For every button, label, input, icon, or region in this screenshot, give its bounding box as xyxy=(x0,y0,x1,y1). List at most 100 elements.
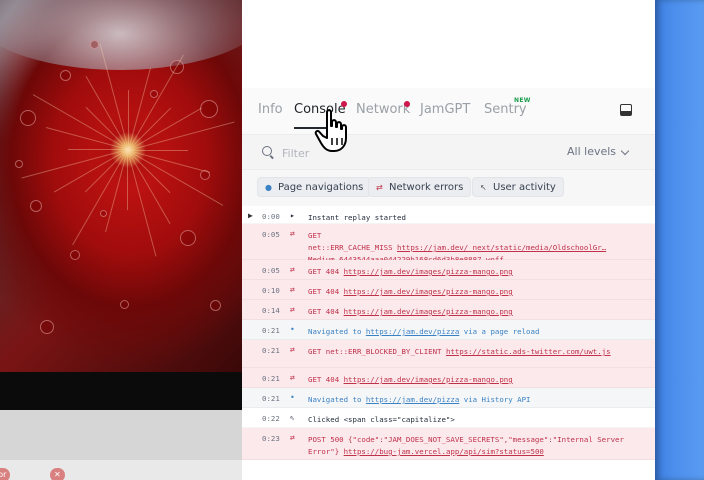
log-row[interactable]: 0:05 ⇄ GET net::ERR_CACHE_MISS https://jam… xyxy=(242,224,655,264)
log-message: GET 404 https://jam.dev/images/pizza-man… xyxy=(308,374,645,386)
log-timestamp: 0:21 xyxy=(262,326,280,335)
network-icon: ⇄ xyxy=(290,305,295,314)
hand-cursor-icon xyxy=(314,109,347,152)
background-window-edge xyxy=(655,0,704,480)
video-player[interactable]: br ✕ xyxy=(0,0,242,480)
log-row[interactable]: 0:23 ⇄ POST 500 {"code":"JAM_DOES_NOT_SAVE… xyxy=(242,428,655,460)
log-link[interactable]: https://bug-jam.vercel.app/api/sim?statu… xyxy=(344,447,544,456)
dock-panel-icon[interactable] xyxy=(620,104,632,116)
bubble xyxy=(20,110,36,126)
ray xyxy=(32,94,129,150)
log-row[interactable]: 0:22 ⇖ Clicked <span class="capitalize"> xyxy=(242,408,655,428)
expand-icon[interactable]: ▶ xyxy=(248,211,253,220)
screen: br ✕ Info Console Network JamGPT Sentry … xyxy=(0,0,704,480)
tab-sentry[interactable]: Sentry xyxy=(484,102,527,117)
jam-devtools-panel: Info Console Network JamGPT Sentry NEW A… xyxy=(242,0,655,480)
log-timestamp: 0:23 xyxy=(262,434,280,443)
filter-chips: ● Page navigations ⇄ Network errors ↖ Us… xyxy=(242,170,655,206)
search-icon xyxy=(262,146,272,156)
log-message: Instant replay started xyxy=(308,212,645,224)
new-badge: NEW xyxy=(514,97,531,104)
ray xyxy=(105,149,128,233)
log-text: Instant replay started xyxy=(308,213,406,222)
log-link[interactable]: https://static.ads-twitter.com/uwt.js xyxy=(446,347,611,356)
log-timestamp: 0:00 xyxy=(262,212,280,221)
close-chip-icon[interactable]: ✕ xyxy=(50,468,65,480)
log-row[interactable]: 0:05 ⇄ GET 404 https://jam.dev/images/pizz… xyxy=(242,260,655,280)
log-message: GET 404 https://jam.dev/images/pizza-man… xyxy=(308,286,645,298)
network-notification-dot xyxy=(404,101,410,107)
chip-network-errors[interactable]: ⇄ Network errors xyxy=(368,177,472,197)
log-timestamp: 0:14 xyxy=(262,306,280,315)
panel-header-blank xyxy=(242,0,655,88)
log-level-select[interactable]: All levels xyxy=(567,145,616,158)
tab-network[interactable]: Network xyxy=(356,102,410,117)
log-text: GET net::ERR_CACHE_MISS xyxy=(308,231,393,252)
log-link[interactable]: https://jam.dev/images/pizza-mango.png xyxy=(344,267,513,276)
play-icon: ▸ xyxy=(290,211,295,220)
bubble xyxy=(15,160,23,168)
bottom-strip xyxy=(0,460,242,480)
chip-page-navigations[interactable]: ● Page navigations xyxy=(257,177,372,197)
log-text: GET 404 xyxy=(308,375,344,384)
log-link[interactable]: https://jam.dev/pizza xyxy=(366,395,459,404)
pointer-icon: ↖ xyxy=(480,183,487,192)
log-message: GET net::ERR_BLOCKED_BY_CLIENT https://s… xyxy=(308,346,645,358)
bubble xyxy=(30,200,42,212)
log-timestamp: 0:21 xyxy=(262,394,280,403)
filter-bar: All levels xyxy=(242,135,655,170)
chip-user-activity[interactable]: ↖ User activity xyxy=(472,177,564,197)
bubble xyxy=(70,250,80,260)
log-link[interactable]: https://jam.dev/images/pizza-mango.png xyxy=(344,375,513,384)
network-icon: ⇄ xyxy=(290,373,295,382)
log-text: GET 404 xyxy=(308,267,344,276)
log-text: GET net::ERR_BLOCKED_BY_CLIENT xyxy=(308,347,446,356)
log-row[interactable]: 0:21 • Navigated to https://jam.dev/pizza … xyxy=(242,320,655,340)
page-icon: • xyxy=(290,325,295,334)
chip-label: Network errors xyxy=(389,182,464,193)
log-text-suffix: via a page reload xyxy=(459,327,540,336)
network-icon: ⇄ xyxy=(290,285,295,294)
log-text: Clicked <span class="capitalize"> xyxy=(308,415,455,424)
log-text: GET 404 xyxy=(308,307,344,316)
chip-label: User activity xyxy=(493,182,556,193)
log-row[interactable]: ▶ 0:00 ▸ Instant replay started xyxy=(242,206,655,224)
log-text: Navigated to xyxy=(308,327,366,336)
log-row[interactable]: 0:21 ⇄ GET 404 https://jam.dev/images/pizz… xyxy=(242,368,655,388)
ray xyxy=(128,150,188,151)
network-icon: ⇄ xyxy=(290,265,295,274)
bubble xyxy=(100,210,107,217)
log-row[interactable]: 0:21 ⇄ GET net::ERR_BLOCKED_BY_CLIENT http… xyxy=(242,340,655,368)
log-timestamp: 0:10 xyxy=(262,286,280,295)
filter-input[interactable] xyxy=(280,144,484,162)
log-row[interactable]: 0:14 ⇄ GET 404 https://jam.dev/images/pizz… xyxy=(242,300,655,320)
log-timestamp: 0:21 xyxy=(262,346,280,355)
log-link[interactable]: https://jam.dev/images/pizza-mango.png xyxy=(344,287,513,296)
bubble xyxy=(90,40,99,49)
network-icon: ⇄ xyxy=(290,345,295,354)
log-timestamp: 0:22 xyxy=(262,414,280,423)
tab-jamgpt[interactable]: JamGPT xyxy=(420,102,470,117)
log-text: Navigated to xyxy=(308,395,366,404)
bubble xyxy=(120,300,129,309)
pointer-icon: ⇖ xyxy=(290,413,295,422)
log-timestamp: 0:05 xyxy=(262,230,280,239)
log-row[interactable]: 0:10 ⇄ GET 404 https://jam.dev/images/pizz… xyxy=(242,280,655,300)
tab-info[interactable]: Info xyxy=(258,102,283,117)
log-timestamp: 0:21 xyxy=(262,374,280,383)
log-message: GET 404 https://jam.dev/images/pizza-man… xyxy=(308,266,645,278)
page-icon: ● xyxy=(265,183,272,192)
video-frame xyxy=(0,0,242,372)
video-letterbox xyxy=(0,372,242,410)
log-link[interactable]: https://jam.dev/images/pizza-mango.png xyxy=(344,307,513,316)
bubble xyxy=(60,70,71,81)
ray xyxy=(128,121,235,151)
log-row[interactable]: 0:21 • Navigated to https://jam.dev/pizza … xyxy=(242,388,655,408)
log-text-suffix: via History API xyxy=(459,395,531,404)
log-timestamp: 0:05 xyxy=(262,266,280,275)
bubble xyxy=(40,320,54,334)
log-link[interactable]: https://jam.dev/pizza xyxy=(366,327,459,336)
console-log: ▶ 0:00 ▸ Instant replay started 0:05 ⇄ GET net… xyxy=(242,206,655,480)
chip-label: Page navigations xyxy=(278,182,364,193)
chevron-down-icon[interactable] xyxy=(620,146,630,156)
